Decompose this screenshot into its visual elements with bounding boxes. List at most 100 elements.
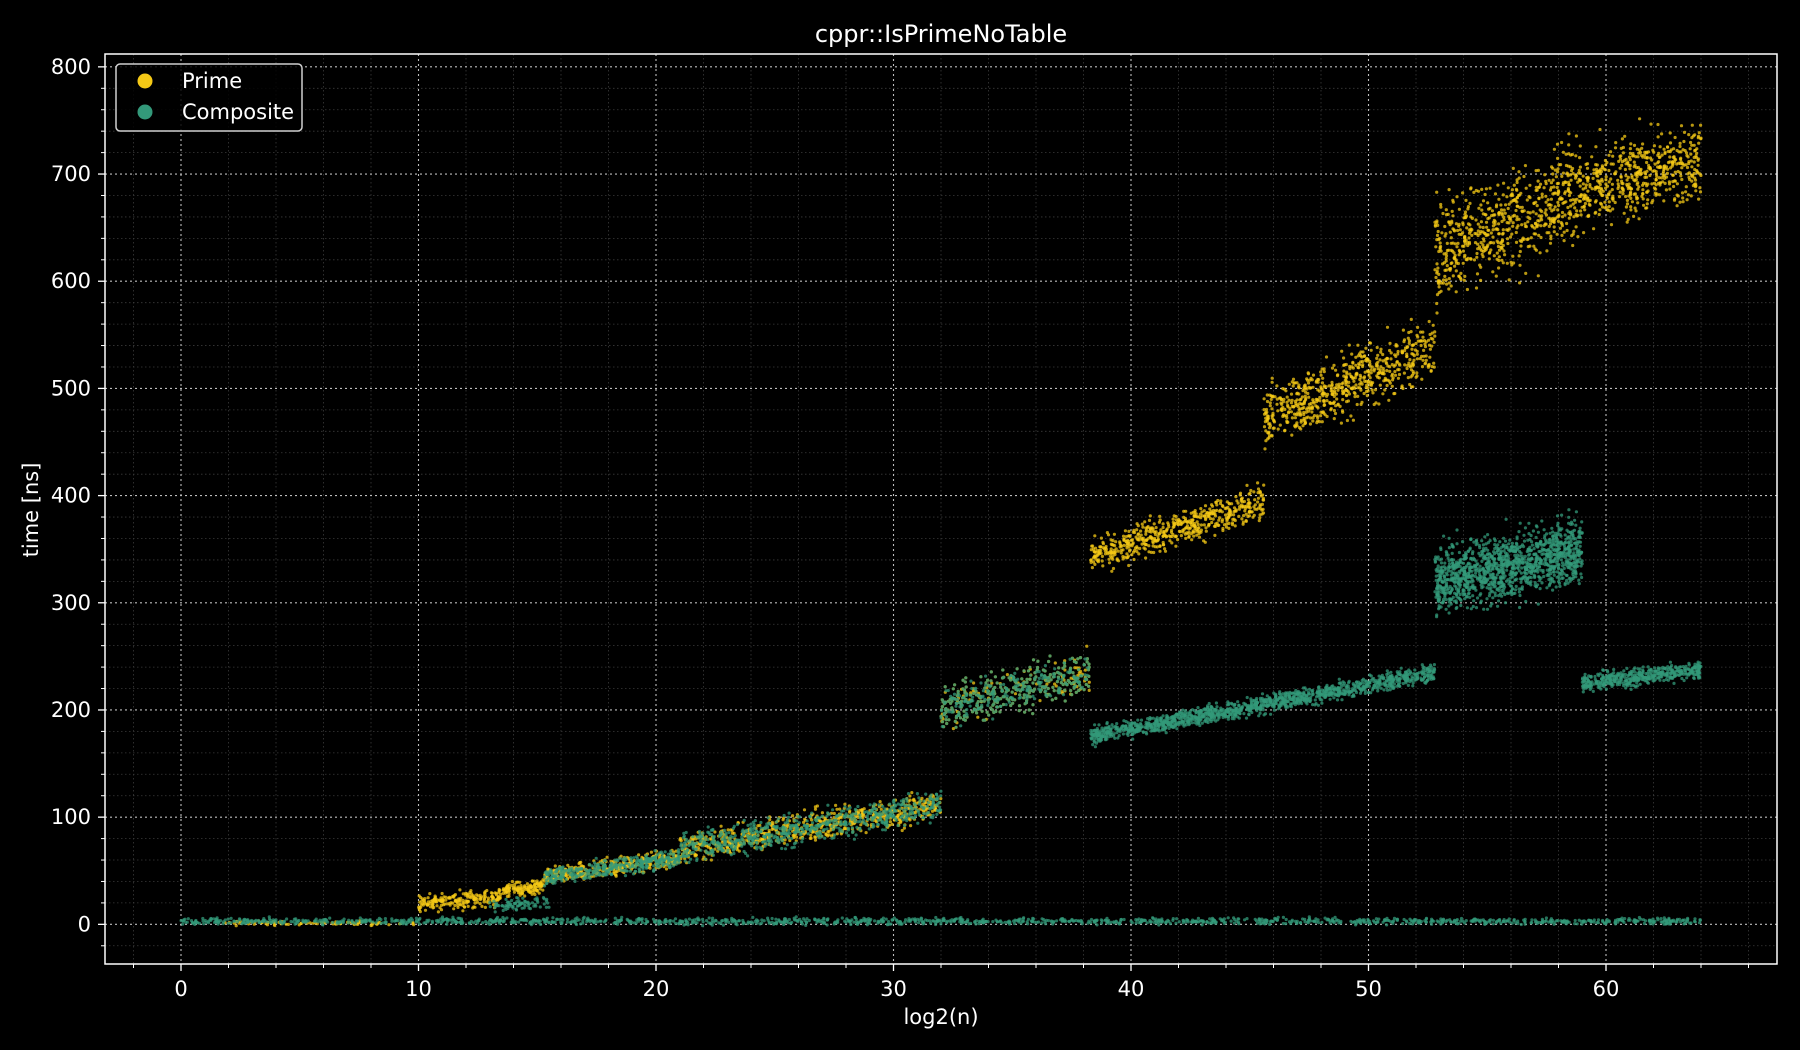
prime-point [1611,154,1615,158]
prime-point [1306,415,1310,419]
prime-point [1334,368,1338,372]
prime-point [1421,335,1425,339]
prime-point [1609,223,1614,227]
prime-point [1527,195,1531,199]
prime-point [1161,522,1165,526]
prime-point [1246,498,1250,502]
prime-point [1150,536,1154,540]
prime-point [1424,354,1428,358]
prime-point [1626,175,1630,179]
prime-point [497,889,501,893]
composite-point [1160,919,1165,923]
prime-point [1334,392,1338,396]
prime-point [1342,374,1346,378]
prime-point [1673,135,1677,140]
prime-point [1619,154,1623,158]
prime-point [1154,526,1158,530]
prime-point [1303,394,1307,398]
prime-point [1556,189,1560,193]
prime-point [1424,358,1428,362]
prime-point [1608,190,1612,194]
prime-point [1538,251,1542,255]
prime-point [1435,190,1439,194]
prime-point [539,880,543,884]
composite-point [1134,921,1138,925]
prime-point [1260,508,1264,512]
prime-point [1497,222,1501,226]
prime-point [1118,545,1122,549]
prime-point [1149,526,1153,530]
prime-point [1222,523,1227,527]
prime-point [1234,495,1238,499]
prime-point [1388,369,1392,373]
prime-point [1648,166,1652,170]
prime-point [1099,548,1103,553]
prime-point [1567,190,1571,194]
prime-point [1542,186,1546,190]
prime-point [1604,178,1608,182]
prime-point [426,896,430,900]
prime-point [1441,281,1445,285]
prime-point [1643,172,1648,176]
prime-point [1013,692,1018,696]
prime-point [1112,532,1116,536]
prime-point [1667,180,1671,184]
prime-point [504,891,508,895]
prime-point [466,904,470,909]
prime-point [1435,301,1439,306]
prime-point [1557,214,1561,218]
prime-point [1604,205,1608,209]
prime-point [1401,328,1405,332]
prime-point [1355,402,1359,407]
prime-point [1304,385,1308,390]
prime-point [1193,510,1197,514]
prime-point [1544,200,1548,204]
prime-point [1637,185,1641,189]
prime-point [1656,165,1660,169]
prime-point [1686,193,1690,197]
prime-point [1394,373,1398,377]
composite-point [430,921,434,925]
prime-point [453,893,457,897]
prime-point [1672,198,1677,202]
prime-point [1507,278,1511,282]
prime-point [1135,528,1139,532]
composite-point [235,920,240,924]
prime-point [1497,255,1501,259]
prime-point [1192,534,1196,538]
prime-point [1578,184,1582,188]
prime-point [1426,365,1430,369]
prime-point [1423,342,1427,346]
prime-point [1122,543,1126,548]
prime-point [1486,243,1490,247]
prime-point [1461,223,1465,227]
prime-point [1577,177,1581,181]
prime-point [1592,227,1596,231]
prime-point [1629,187,1634,191]
prime-point [1696,163,1700,167]
prime-point [1617,184,1621,188]
prime-point [1332,417,1336,421]
prime-point [1318,395,1322,400]
prime-point [1107,557,1111,561]
prime-point [1532,232,1536,236]
prime-point [1534,248,1538,252]
composite-point [1544,916,1548,920]
prime-point [1614,170,1618,174]
prime-point [428,892,432,896]
prime-point [1630,174,1634,178]
prime-point [1285,395,1289,399]
prime-point [1651,148,1655,152]
composite-point [1168,922,1172,926]
prime-point [1519,244,1523,248]
prime-point [1544,213,1548,217]
prime-point [1233,524,1237,528]
prime-point [1613,146,1618,150]
prime-point [1270,380,1274,384]
prime-point [1263,447,1267,451]
prime-point [1410,343,1414,347]
prime-point [1335,397,1339,401]
prime-point [1591,176,1595,180]
composite-point [599,919,603,923]
prime-point [1549,234,1553,238]
